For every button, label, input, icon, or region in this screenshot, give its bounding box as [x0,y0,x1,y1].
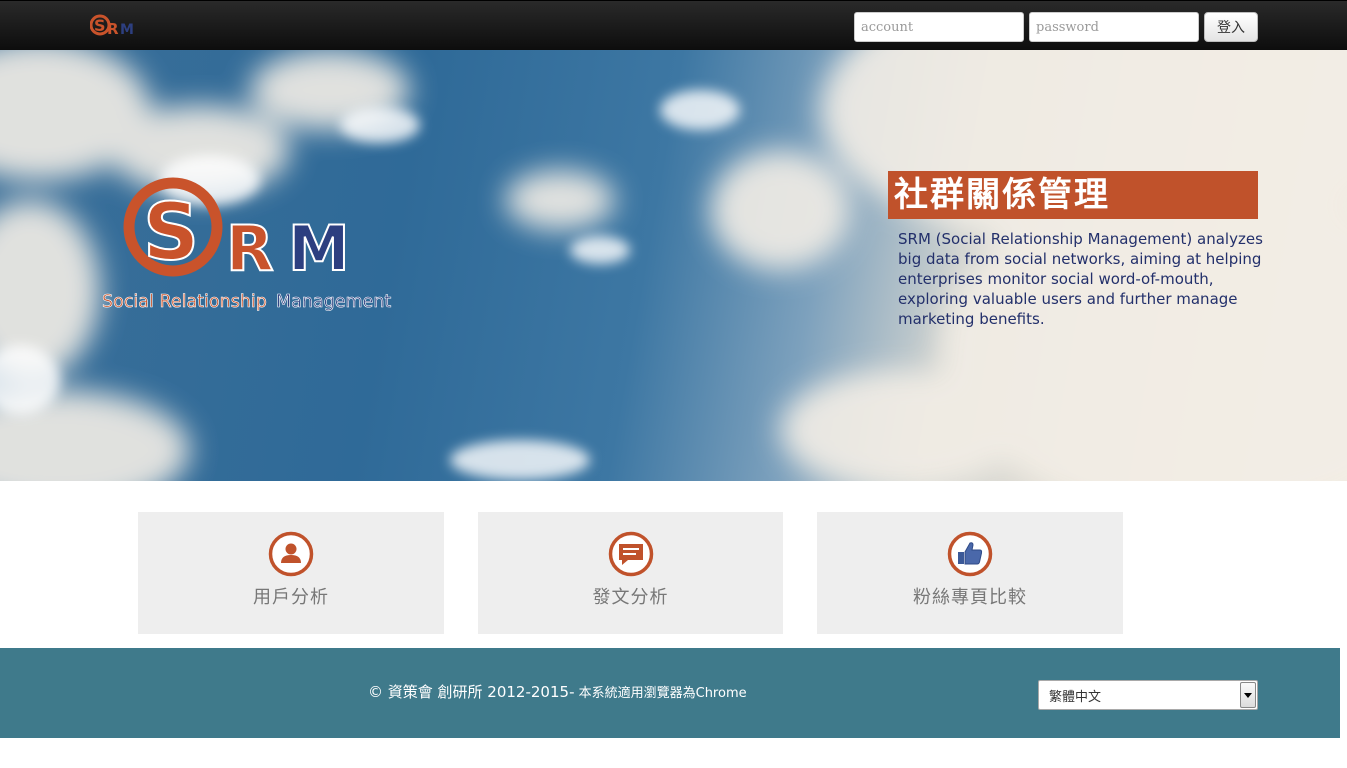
hero-description: SRM (Social Relationship Management) ana… [898,230,1263,328]
svg-text:R: R [226,212,274,285]
hero-title-bar: 社群關係管理 [888,171,1258,219]
user-analysis-card[interactable]: 用戶分析 [138,512,444,634]
svg-text:Management: Management [276,292,391,312]
card-label: 用戶分析 [253,587,329,608]
svg-text:Social Relationship: Social Relationship [102,292,267,312]
post-analysis-card[interactable]: 發文分析 [478,512,783,634]
account-input[interactable] [854,12,1024,42]
speech-bubble-icon [608,531,653,577]
top-navbar: S R M 登入 [0,0,1347,50]
hero-banner: S R M Social Relationship Management 社群關… [0,50,1347,481]
fanpage-compare-card[interactable]: 粉絲專頁比較 [817,512,1123,634]
copyright-main: © 資策會 創研所 2012-2015- [368,683,575,701]
browser-note: 本系統適用瀏覽器為Chrome [574,686,747,701]
svg-text:S: S [94,16,106,35]
dropdown-arrow-icon[interactable] [1240,682,1256,708]
thumbs-up-icon [947,531,993,577]
svg-text:S: S [143,188,199,278]
login-button[interactable]: 登入 [1204,12,1258,42]
svg-text:M: M [288,212,350,285]
srm-logo-large: S R M Social Relationship Management [102,177,392,312]
password-input[interactable] [1029,12,1199,42]
card-label: 發文分析 [592,587,669,608]
svg-text:R: R [107,20,119,38]
language-select[interactable]: 繁體中文 [1038,680,1258,710]
srm-logo-small[interactable]: S R M [90,12,138,40]
footer: © 資策會 創研所 2012-2015- 本系統適用瀏覽器為Chrome 繁體中… [0,648,1340,738]
hero-title: 社群關係管理 [894,175,1110,215]
language-selected-value: 繁體中文 [1049,690,1102,705]
copyright-text: © 資策會 創研所 2012-2015- 本系統適用瀏覽器為Chrome [368,681,747,702]
svg-text:M: M [120,22,134,38]
card-label: 粉絲專頁比較 [913,587,1027,608]
user-icon [268,531,314,577]
